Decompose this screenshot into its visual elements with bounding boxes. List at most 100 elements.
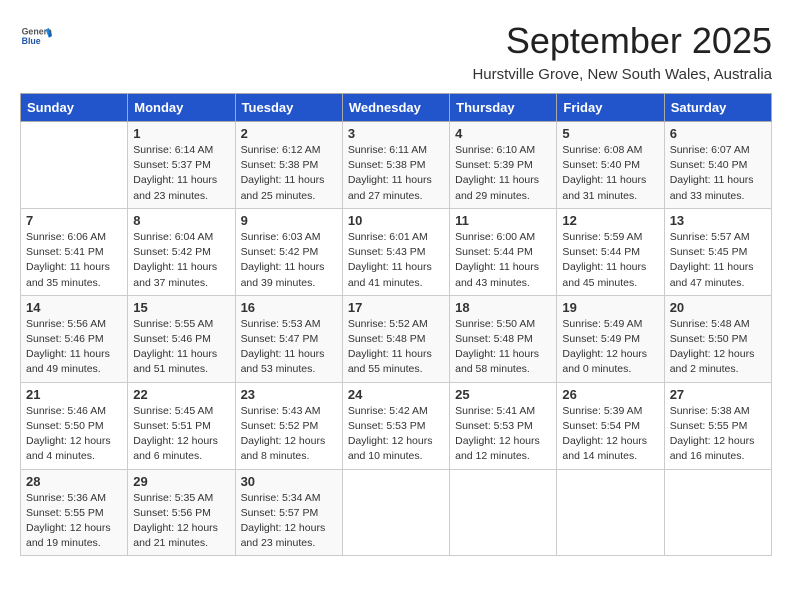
day-info: Sunrise: 6:06 AM Sunset: 5:41 PM Dayligh… [26, 230, 122, 291]
calendar-cell: 5 Sunrise: 6:08 AM Sunset: 5:40 PM Daylig… [557, 122, 664, 209]
day-info: Sunrise: 5:34 AM Sunset: 5:57 PM Dayligh… [241, 491, 337, 552]
empty-cell [342, 469, 449, 556]
calendar-cell: 8 Sunrise: 6:04 AM Sunset: 5:42 PM Daylig… [128, 208, 235, 295]
day-of-week-header: Wednesday [342, 94, 449, 122]
day-number: 12 [562, 213, 658, 228]
day-number: 23 [241, 387, 337, 402]
calendar-cell: 7Sunrise: 6:06 AM Sunset: 5:41 PM Daylig… [21, 208, 128, 295]
day-info: Sunrise: 6:03 AM Sunset: 5:42 PM Dayligh… [241, 230, 337, 291]
day-number: 22 [133, 387, 229, 402]
calendar-cell: 1 Sunrise: 6:14 AM Sunset: 5:37 PM Daylig… [128, 122, 235, 209]
calendar-cell: 26Sunrise: 5:39 AM Sunset: 5:54 PM Dayli… [557, 382, 664, 469]
day-number: 9 [241, 213, 337, 228]
day-of-week-header: Monday [128, 94, 235, 122]
day-info: Sunrise: 5:59 AM Sunset: 5:44 PM Dayligh… [562, 230, 658, 291]
day-number: 2 [241, 126, 337, 141]
calendar-cell: 30 Sunrise: 5:34 AM Sunset: 5:57 PM Dayli… [235, 469, 342, 556]
calendar-cell: 28 Sunrise: 5:36 AM Sunset: 5:55 PM Dayli… [21, 469, 128, 556]
day-number: 21 [26, 387, 122, 402]
empty-cell [664, 469, 771, 556]
day-info: Sunrise: 6:04 AM Sunset: 5:42 PM Dayligh… [133, 230, 229, 291]
day-number: 17 [348, 300, 444, 315]
day-of-week-header: Saturday [664, 94, 771, 122]
day-info: Sunrise: 6:01 AM Sunset: 5:43 PM Dayligh… [348, 230, 444, 291]
day-number: 26 [562, 387, 658, 402]
calendar-cell: 17 Sunrise: 5:52 AM Sunset: 5:48 PM Dayli… [342, 295, 449, 382]
day-info: Sunrise: 5:53 AM Sunset: 5:47 PM Dayligh… [241, 317, 337, 378]
day-info: Sunrise: 6:00 AM Sunset: 5:44 PM Dayligh… [455, 230, 551, 291]
calendar-cell: 21Sunrise: 5:46 AM Sunset: 5:50 PM Dayli… [21, 382, 128, 469]
day-info: Sunrise: 5:38 AM Sunset: 5:55 PM Dayligh… [670, 404, 766, 465]
calendar-cell: 12 Sunrise: 5:59 AM Sunset: 5:44 PM Dayli… [557, 208, 664, 295]
day-info: Sunrise: 6:10 AM Sunset: 5:39 PM Dayligh… [455, 143, 551, 204]
calendar-table: SundayMondayTuesdayWednesdayThursdayFrid… [20, 93, 772, 556]
day-info: Sunrise: 5:48 AM Sunset: 5:50 PM Dayligh… [670, 317, 766, 378]
calendar-cell: 29 Sunrise: 5:35 AM Sunset: 5:56 PM Dayli… [128, 469, 235, 556]
day-number: 19 [562, 300, 658, 315]
day-info: Sunrise: 6:14 AM Sunset: 5:37 PM Dayligh… [133, 143, 229, 204]
day-number: 11 [455, 213, 551, 228]
calendar-cell: 4 Sunrise: 6:10 AM Sunset: 5:39 PM Daylig… [450, 122, 557, 209]
day-number: 27 [670, 387, 766, 402]
day-number: 25 [455, 387, 551, 402]
day-number: 8 [133, 213, 229, 228]
day-number: 16 [241, 300, 337, 315]
calendar-cell: 11 Sunrise: 6:00 AM Sunset: 5:44 PM Dayli… [450, 208, 557, 295]
calendar-cell: 16 Sunrise: 5:53 AM Sunset: 5:47 PM Dayli… [235, 295, 342, 382]
calendar-cell: 14Sunrise: 5:56 AM Sunset: 5:46 PM Dayli… [21, 295, 128, 382]
day-info: Sunrise: 5:36 AM Sunset: 5:55 PM Dayligh… [26, 491, 122, 552]
day-number: 6 [670, 126, 766, 141]
calendar-cell: 19 Sunrise: 5:49 AM Sunset: 5:49 PM Dayli… [557, 295, 664, 382]
day-number: 1 [133, 126, 229, 141]
empty-cell [557, 469, 664, 556]
location: Hurstville Grove, New South Wales, Austr… [20, 66, 772, 83]
day-number: 20 [670, 300, 766, 315]
day-number: 30 [241, 474, 337, 489]
calendar-cell: 22 Sunrise: 5:45 AM Sunset: 5:51 PM Dayli… [128, 382, 235, 469]
calendar-cell: 9 Sunrise: 6:03 AM Sunset: 5:42 PM Daylig… [235, 208, 342, 295]
day-info: Sunrise: 5:41 AM Sunset: 5:53 PM Dayligh… [455, 404, 551, 465]
svg-text:Blue: Blue [22, 36, 41, 46]
day-number: 14 [26, 300, 122, 315]
calendar-cell: 18 Sunrise: 5:50 AM Sunset: 5:48 PM Dayli… [450, 295, 557, 382]
header: General Blue September 2025 Hurstville G… [20, 20, 772, 83]
day-number: 18 [455, 300, 551, 315]
calendar-cell: 25 Sunrise: 5:41 AM Sunset: 5:53 PM Dayli… [450, 382, 557, 469]
empty-cell [450, 469, 557, 556]
day-info: Sunrise: 6:11 AM Sunset: 5:38 PM Dayligh… [348, 143, 444, 204]
calendar-cell: 3Sunrise: 6:11 AM Sunset: 5:38 PM Daylig… [342, 122, 449, 209]
day-info: Sunrise: 6:12 AM Sunset: 5:38 PM Dayligh… [241, 143, 337, 204]
day-info: Sunrise: 5:45 AM Sunset: 5:51 PM Dayligh… [133, 404, 229, 465]
day-info: Sunrise: 5:35 AM Sunset: 5:56 PM Dayligh… [133, 491, 229, 552]
day-number: 10 [348, 213, 444, 228]
day-info: Sunrise: 5:52 AM Sunset: 5:48 PM Dayligh… [348, 317, 444, 378]
day-info: Sunrise: 5:55 AM Sunset: 5:46 PM Dayligh… [133, 317, 229, 378]
day-info: Sunrise: 5:57 AM Sunset: 5:45 PM Dayligh… [670, 230, 766, 291]
calendar-cell: 15 Sunrise: 5:55 AM Sunset: 5:46 PM Dayli… [128, 295, 235, 382]
day-of-week-header: Thursday [450, 94, 557, 122]
day-number: 28 [26, 474, 122, 489]
calendar-cell: 6 Sunrise: 6:07 AM Sunset: 5:40 PM Daylig… [664, 122, 771, 209]
calendar-cell: 23 Sunrise: 5:43 AM Sunset: 5:52 PM Dayli… [235, 382, 342, 469]
day-of-week-header: Sunday [21, 94, 128, 122]
day-number: 13 [670, 213, 766, 228]
calendar-cell: 13 Sunrise: 5:57 AM Sunset: 5:45 PM Dayli… [664, 208, 771, 295]
day-info: Sunrise: 5:43 AM Sunset: 5:52 PM Dayligh… [241, 404, 337, 465]
month-title: September 2025 [506, 20, 772, 62]
day-info: Sunrise: 5:50 AM Sunset: 5:48 PM Dayligh… [455, 317, 551, 378]
day-info: Sunrise: 5:49 AM Sunset: 5:49 PM Dayligh… [562, 317, 658, 378]
day-number: 4 [455, 126, 551, 141]
day-number: 29 [133, 474, 229, 489]
calendar-cell: 10 Sunrise: 6:01 AM Sunset: 5:43 PM Dayli… [342, 208, 449, 295]
day-info: Sunrise: 5:42 AM Sunset: 5:53 PM Dayligh… [348, 404, 444, 465]
logo: General Blue [20, 20, 52, 52]
empty-cell [21, 122, 128, 209]
day-number: 5 [562, 126, 658, 141]
calendar-cell: 24Sunrise: 5:42 AM Sunset: 5:53 PM Dayli… [342, 382, 449, 469]
day-number: 15 [133, 300, 229, 315]
calendar-cell: 27 Sunrise: 5:38 AM Sunset: 5:55 PM Dayli… [664, 382, 771, 469]
calendar-cell: 20 Sunrise: 5:48 AM Sunset: 5:50 PM Dayli… [664, 295, 771, 382]
day-info: Sunrise: 6:07 AM Sunset: 5:40 PM Dayligh… [670, 143, 766, 204]
day-info: Sunrise: 6:08 AM Sunset: 5:40 PM Dayligh… [562, 143, 658, 204]
calendar-cell: 2 Sunrise: 6:12 AM Sunset: 5:38 PM Daylig… [235, 122, 342, 209]
